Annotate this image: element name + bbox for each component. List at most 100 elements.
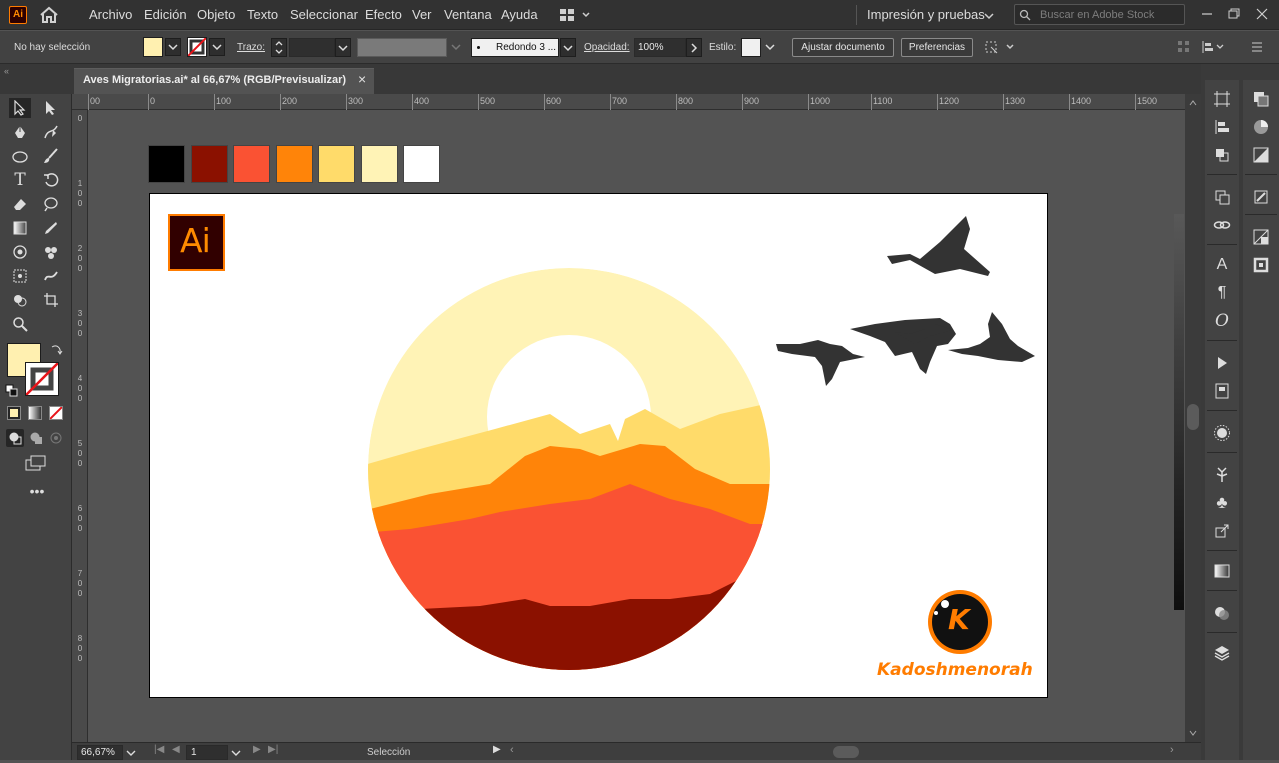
stroke-weight-stepper[interactable]	[271, 38, 287, 57]
scroll-down-icon[interactable]	[1188, 727, 1198, 737]
pen-tool-icon[interactable]	[9, 122, 31, 142]
menu-edicion[interactable]: Edición	[144, 7, 187, 22]
paragraph-panel-icon[interactable]: ¶	[1210, 282, 1234, 304]
zoom-tool-icon[interactable]	[9, 314, 31, 334]
graphic-styles-panel-icon[interactable]	[1249, 226, 1273, 248]
chain-panel-icon[interactable]	[1210, 214, 1234, 236]
artboard-tool-icon[interactable]	[40, 290, 62, 310]
rotate-tool-icon[interactable]	[40, 170, 62, 190]
home-icon[interactable]	[38, 6, 60, 24]
screen-mode-icon[interactable]	[24, 454, 48, 472]
next-artboard-icon[interactable]: ▶	[253, 744, 261, 755]
scroll-left-icon[interactable]: ‹	[510, 744, 514, 756]
close-tab-icon[interactable]: ×	[358, 71, 366, 87]
symbols-panel-icon[interactable]	[1210, 464, 1234, 486]
color-panel-icon[interactable]	[1249, 88, 1273, 110]
last-artboard-icon[interactable]: ▶|	[268, 744, 278, 755]
stroke-chevron-down-icon[interactable]	[209, 38, 225, 56]
opacity-chevron-right-icon[interactable]	[686, 38, 702, 57]
links-panel-icon[interactable]	[1210, 186, 1234, 208]
swatches-panel-icon[interactable]	[1249, 144, 1273, 166]
menu-texto[interactable]: Texto	[247, 7, 278, 22]
artboard-chevron-down-icon[interactable]	[229, 746, 243, 760]
document-tab[interactable]: Aves Migratorias.ai* al 66,67% (RGB/Prev…	[74, 68, 374, 94]
gradient-mode-icon[interactable]	[28, 406, 42, 420]
variable-width-chevron-down-icon[interactable]	[449, 38, 465, 57]
color-swatch[interactable]	[190, 145, 228, 183]
workspace-chevron-down-icon[interactable]	[983, 10, 995, 20]
style-swatch[interactable]	[741, 38, 761, 57]
puppet-warp-tool-icon[interactable]	[40, 266, 62, 286]
transform-panel-icon[interactable]	[1210, 144, 1234, 166]
menu-ayuda[interactable]: Ayuda	[501, 7, 538, 22]
color-swatch[interactable]	[360, 145, 398, 183]
distribute-icon[interactable]	[1200, 39, 1224, 55]
symbol-sprayer-tool-icon[interactable]	[40, 242, 62, 262]
paintbrush-tool-icon[interactable]	[40, 146, 62, 166]
direct-selection-tool-icon[interactable]	[40, 98, 62, 118]
horizontal-scroll-thumb[interactable]	[833, 746, 859, 758]
swap-colors-icon[interactable]	[49, 343, 63, 357]
menu-seleccionar[interactable]: Seleccionar	[290, 7, 358, 22]
fill-chevron-down-icon[interactable]	[165, 38, 181, 56]
artboard[interactable]: Ai K Kadoshmenorah	[149, 193, 1048, 698]
minimize-icon[interactable]	[1197, 4, 1217, 24]
vertical-scrollbar[interactable]	[1185, 94, 1201, 742]
zoom-chevron-down-icon[interactable]	[124, 746, 138, 760]
scroll-up-icon[interactable]	[1188, 97, 1198, 107]
type-tool-icon[interactable]: T	[9, 170, 31, 190]
clubs-panel-icon[interactable]: ♣	[1210, 492, 1234, 514]
status-menu-icon[interactable]: ▶	[493, 744, 501, 755]
blend-tool-icon[interactable]	[9, 242, 31, 262]
menu-objeto[interactable]: Objeto	[197, 7, 235, 22]
variable-width-profile[interactable]	[357, 38, 447, 57]
layers-panel-icon[interactable]	[1210, 642, 1234, 664]
curvature-tool-icon[interactable]	[40, 122, 62, 142]
close-icon[interactable]	[1252, 4, 1272, 24]
draw-normal-icon[interactable]	[6, 429, 24, 447]
gradient-tool-icon[interactable]	[9, 218, 31, 238]
selection-tool-icon[interactable]	[9, 98, 31, 118]
transparency-panel-icon[interactable]	[1210, 602, 1234, 624]
menu-ver[interactable]: Ver	[412, 7, 432, 22]
stroke-weight-field[interactable]	[289, 38, 335, 57]
color-guide-panel-icon[interactable]	[1249, 116, 1273, 138]
stroke-swatch[interactable]	[187, 37, 207, 57]
none-mode-icon[interactable]	[49, 406, 63, 420]
brush-definition[interactable]: Redondo 3 ...	[471, 38, 559, 57]
brushes-panel-icon[interactable]	[1249, 186, 1273, 208]
actions-panel-icon[interactable]	[1210, 352, 1234, 374]
style-chevron-down-icon[interactable]	[763, 38, 779, 57]
align-panel-icon[interactable]	[1210, 116, 1234, 138]
color-mode-icon[interactable]	[7, 406, 21, 420]
document-info-panel-icon[interactable]	[1210, 380, 1234, 402]
default-colors-icon[interactable]	[5, 384, 19, 398]
stock-search-field[interactable]: Buscar en Adobe Stock	[1014, 4, 1185, 25]
previous-artboard-icon[interactable]: ◀	[172, 744, 180, 755]
transform-icon[interactable]	[983, 39, 1017, 55]
more-tools-icon[interactable]: •••	[27, 484, 47, 498]
draw-inside-icon[interactable]	[47, 429, 65, 447]
eraser-tool-icon[interactable]	[9, 194, 31, 214]
first-artboard-icon[interactable]: |◀	[154, 744, 164, 755]
artboard-number-field[interactable]: 1	[186, 745, 228, 760]
character-panel-icon[interactable]: A	[1210, 254, 1234, 276]
collapse-left-icon[interactable]: «	[4, 66, 9, 76]
vertical-scroll-thumb[interactable]	[1187, 404, 1199, 430]
stroke-panel-icon[interactable]	[1249, 254, 1273, 276]
opacity-field[interactable]: 100%	[634, 38, 686, 57]
workspace-switcher[interactable]: Impresión y pruebas	[867, 7, 985, 22]
color-swatch[interactable]	[275, 145, 313, 183]
arrange-documents-icon[interactable]	[558, 7, 592, 23]
zoom-field[interactable]: 66,67%	[77, 745, 123, 760]
menu-ventana[interactable]: Ventana	[444, 7, 492, 22]
color-swatch[interactable]	[233, 145, 270, 183]
shape-builder-tool-icon[interactable]	[9, 290, 31, 310]
color-swatch[interactable]	[318, 145, 355, 183]
menu-archivo[interactable]: Archivo	[89, 7, 132, 22]
draw-behind-icon[interactable]	[27, 429, 45, 447]
color-swatch[interactable]	[403, 145, 440, 183]
stroke-color-box[interactable]	[25, 362, 59, 396]
stroke-weight-chevron-down-icon[interactable]	[335, 38, 351, 57]
panel-menu-icon[interactable]	[1249, 39, 1265, 55]
